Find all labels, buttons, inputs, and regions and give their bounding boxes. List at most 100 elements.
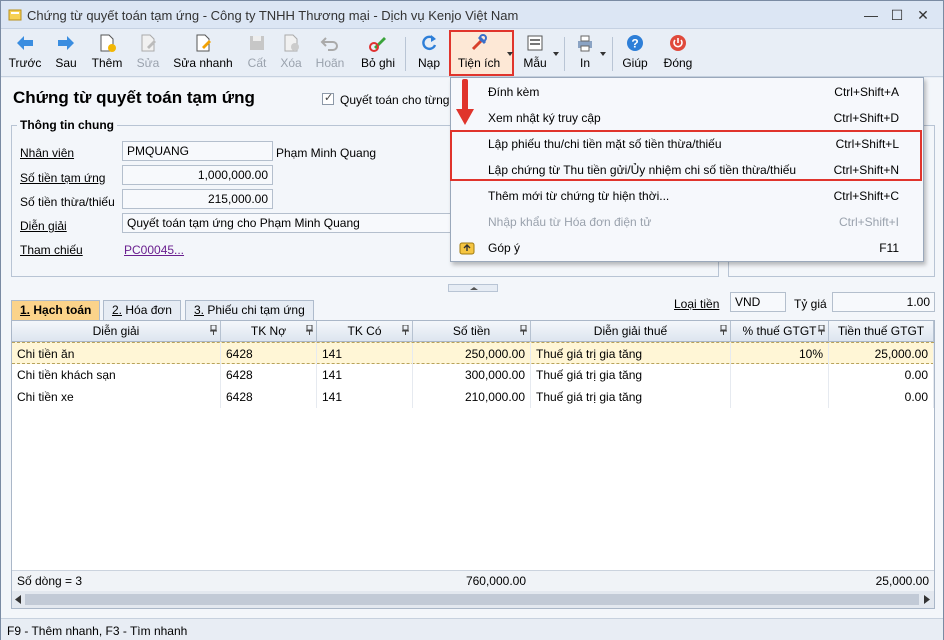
chevron-down-icon[interactable] xyxy=(507,52,513,56)
window-title: Chứng từ quyết toán tạm ứng - Công ty TN… xyxy=(27,8,519,23)
difference-input[interactable]: 215,000.00 xyxy=(122,189,273,209)
menu-item-import-einvoice[interactable]: Nhập khẩu từ Hóa đơn điện tử Ctrl+Shift+… xyxy=(451,209,923,235)
quick-edit-label: Sửa nhanh xyxy=(173,56,233,70)
cell-vat-amount[interactable]: 25,000.00 xyxy=(829,343,934,365)
unpost-icon xyxy=(369,37,386,52)
reference-link[interactable]: PC00045 xyxy=(124,243,174,257)
reload-button[interactable]: Nạp xyxy=(414,31,444,75)
pin-icon[interactable] xyxy=(210,325,217,335)
cell-vat-amount[interactable]: 0.00 xyxy=(829,364,934,386)
utilities-button[interactable]: Tiện ích xyxy=(453,31,505,75)
cell-credit[interactable]: 141 xyxy=(317,386,413,408)
cell-vat-amount[interactable]: 0.00 xyxy=(829,386,934,408)
tab-invoice[interactable]: 2. Hóa đơn xyxy=(103,300,181,321)
next-button[interactable]: Sau xyxy=(51,31,81,75)
menu-item-access-log[interactable]: Xem nhật ký truy cập Ctrl+Shift+D xyxy=(451,105,923,131)
col-debit-account[interactable]: TK Nợ xyxy=(221,321,317,342)
cell-credit[interactable]: 141 xyxy=(317,364,413,386)
utilities-label: Tiện ích xyxy=(457,56,501,70)
page-title: Chứng từ quyết toán tạm ứng xyxy=(13,88,255,107)
cell-amount[interactable]: 300,000.00 xyxy=(413,364,531,386)
cell-credit[interactable]: 141 xyxy=(317,343,413,365)
unpost-button[interactable]: Bỏ ghi xyxy=(359,31,397,75)
exchange-rate-label: Tỷ giá xyxy=(794,297,827,311)
help-button[interactable]: ? Giúp xyxy=(619,31,651,75)
scroll-right-icon[interactable] xyxy=(923,595,930,604)
add-button[interactable]: Thêm xyxy=(89,31,125,75)
table-row[interactable]: Chi tiền ăn 6428 141 250,000.00 Thuế giá… xyxy=(12,342,934,365)
employee-code-input[interactable]: PMQUANG xyxy=(122,141,273,161)
panel-splitter[interactable] xyxy=(448,284,498,292)
col-description[interactable]: Diễn giải xyxy=(12,321,221,342)
template-button[interactable]: Mẫu xyxy=(520,31,550,75)
postpone-button[interactable]: Hoãn xyxy=(313,31,347,75)
delete-button[interactable]: Xóa xyxy=(277,31,305,75)
chevron-down-icon[interactable] xyxy=(600,52,606,56)
tab-accounting[interactable]: 1. Hạch toán xyxy=(11,300,101,321)
cell-tax-description[interactable]: Thuế giá trị gia tăng xyxy=(531,386,731,408)
currency-input[interactable]: VND xyxy=(730,292,786,312)
cell-vat-percent[interactable]: 10% xyxy=(731,343,829,365)
edit-document-icon xyxy=(141,34,156,52)
menu-item-copy-current[interactable]: Thêm mới từ chứng từ hiện thời... Ctrl+S… xyxy=(451,183,923,209)
cell-vat-percent[interactable] xyxy=(731,386,829,408)
close-form-button[interactable]: Đóng xyxy=(661,31,695,75)
col-vat-percent[interactable]: % thuế GTGT xyxy=(731,321,829,342)
col-vat-amount[interactable]: Tiền thuế GTGT xyxy=(829,321,934,342)
description-input[interactable]: Quyết toán tạm ứng cho Phạm Minh Quang xyxy=(122,213,452,233)
cell-description[interactable]: Chi tiền xe xyxy=(12,386,221,408)
toolbar-separator xyxy=(612,37,613,71)
save-label: Cất xyxy=(247,56,267,70)
advance-amount-label: Số tiền tạm ứng xyxy=(20,171,106,185)
close-button[interactable]: ✕ xyxy=(913,5,933,25)
arrow-down-icon xyxy=(456,79,474,125)
cell-vat-percent[interactable] xyxy=(731,364,829,386)
save-icon xyxy=(250,36,264,50)
tab-advance-slip[interactable]: 3. Phiếu chi tạm ứng xyxy=(185,300,314,321)
table-row[interactable]: Chi tiền xe 6428 141 210,000.00 Thuế giá… xyxy=(12,386,934,408)
cell-description[interactable]: Chi tiền ăn xyxy=(12,343,221,365)
cell-tax-description[interactable]: Thuế giá trị gia tăng xyxy=(531,343,731,365)
col-amount[interactable]: Số tiền xyxy=(413,321,531,342)
quick-edit-button[interactable]: Sửa nhanh xyxy=(171,31,235,75)
print-button[interactable]: In xyxy=(571,31,599,75)
menu-item-feedback[interactable]: Góp ý F11 xyxy=(451,235,923,261)
menu-item-shortcut: Ctrl+Shift+I xyxy=(838,215,899,229)
arrow-right-icon xyxy=(58,36,74,50)
settle-each-label: Quyết toán cho từng lầ xyxy=(340,93,463,107)
reference-more-link[interactable]: ... xyxy=(174,243,184,257)
cell-amount[interactable]: 210,000.00 xyxy=(413,386,531,408)
pin-icon[interactable] xyxy=(818,325,825,335)
menu-item-shortcut: Ctrl+Shift+C xyxy=(833,189,899,203)
horizontal-scrollbar[interactable] xyxy=(12,591,934,608)
cell-description[interactable]: Chi tiền khách sạn xyxy=(12,364,221,386)
col-tax-description[interactable]: Diễn giải thuế xyxy=(531,321,731,342)
cell-debit[interactable]: 6428 xyxy=(221,343,317,365)
advance-amount-input[interactable]: 1,000,000.00 xyxy=(122,165,273,185)
settle-each-checkbox[interactable] xyxy=(322,91,334,105)
window: Chứng từ quyết toán tạm ứng - Công ty TN… xyxy=(0,0,944,640)
cell-debit[interactable]: 6428 xyxy=(221,386,317,408)
menu-item-label: Đính kèm xyxy=(488,85,540,99)
edit-button[interactable]: Sửa xyxy=(133,31,163,75)
scroll-left-icon[interactable] xyxy=(15,595,22,604)
table-row[interactable]: Chi tiền khách sạn 6428 141 300,000.00 T… xyxy=(12,364,934,386)
maximize-button[interactable]: ☐ xyxy=(887,5,907,25)
scrollbar-thumb[interactable] xyxy=(25,594,919,605)
minimize-button[interactable]: — xyxy=(861,5,881,25)
cell-amount[interactable]: 250,000.00 xyxy=(413,343,531,365)
menu-item-label: Thêm mới từ chứng từ hiện thời... xyxy=(488,189,670,203)
col-credit-account[interactable]: TK Có xyxy=(317,321,413,342)
general-info-title: Thông tin chung xyxy=(17,118,117,132)
pin-icon[interactable] xyxy=(720,325,727,335)
exchange-rate-input[interactable]: 1.00 xyxy=(832,292,935,312)
pin-icon[interactable] xyxy=(306,325,313,335)
cell-debit[interactable]: 6428 xyxy=(221,364,317,386)
save-button[interactable]: Cất xyxy=(243,31,271,75)
pin-icon[interactable] xyxy=(520,325,527,335)
cell-tax-description[interactable]: Thuế giá trị gia tăng xyxy=(531,364,731,386)
chevron-down-icon[interactable] xyxy=(553,52,559,56)
pin-icon[interactable] xyxy=(402,325,409,335)
menu-item-attach[interactable]: Đính kèm Ctrl+Shift+A xyxy=(451,79,923,105)
previous-button[interactable]: Trước xyxy=(7,31,43,75)
